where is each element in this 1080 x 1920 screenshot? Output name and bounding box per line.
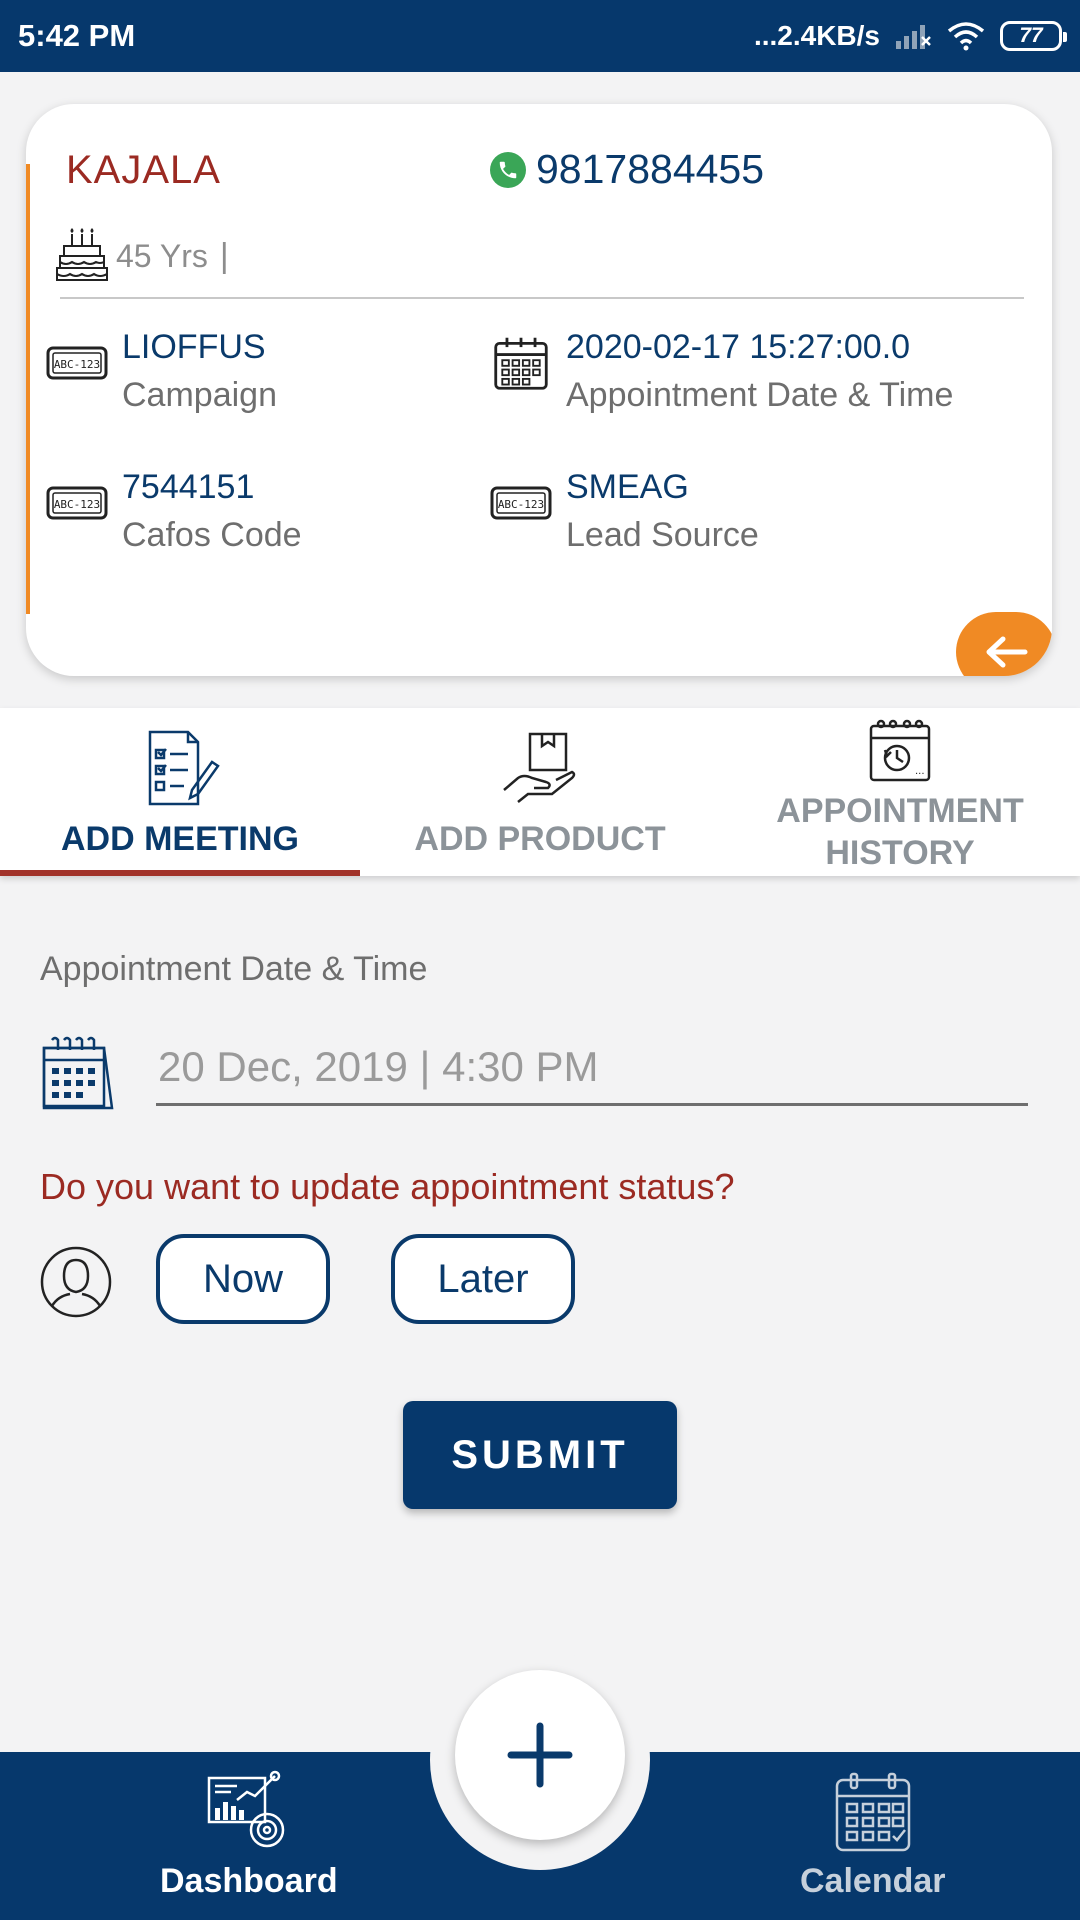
svg-text:...: ... <box>915 766 925 777</box>
lead-source-info: ABC-123 SMEAG Lead Source <box>490 464 759 560</box>
status-time: 5:42 PM <box>18 18 136 53</box>
status-indicators: ...2.4KB/s 77 <box>753 20 1067 52</box>
network-speed: ...2.4KB/s <box>753 20 880 51</box>
age-row: 45 Yrs | <box>56 228 229 284</box>
license-plate-icon: ABC-123 <box>46 346 108 380</box>
nav-calendar[interactable]: Calendar <box>800 1770 946 1901</box>
appointment-info: 2020-02-17 15:27:00.0 Appointment Date &… <box>490 324 953 420</box>
campaign-value: LIOFFUS <box>122 328 266 366</box>
submit-button[interactable]: SUBMIT <box>403 1401 677 1509</box>
svg-text:ABC-123: ABC-123 <box>498 498 544 511</box>
campaign-info: ABC-123 LIOFFUS Campaign <box>46 324 277 420</box>
arrow-left-icon[interactable] <box>983 635 1029 669</box>
tab-add-meeting[interactable]: ADD MEETING <box>0 708 360 876</box>
calendar-icon <box>494 337 548 390</box>
date-field-label: Appointment Date & Time <box>40 950 428 988</box>
lead-source-label: Lead Source <box>566 516 759 554</box>
license-plate-icon: ABC-123 <box>46 486 108 520</box>
tab-bar: ADD MEETING ADD PRODUCT ... APPOINTMENT … <box>0 708 1080 876</box>
calendar-clock-icon: ... <box>869 719 931 782</box>
status-now-button[interactable]: Now <box>156 1234 330 1324</box>
appointment-date-input[interactable] <box>156 1036 1028 1106</box>
calendar-icon <box>42 1036 114 1110</box>
phone-link[interactable]: 9817884455 <box>490 146 764 193</box>
tab-add-meeting-label[interactable]: ADD MEETING <box>61 818 299 860</box>
card-divider <box>60 297 1024 299</box>
status-bar: 5:42 PM ...2.4KB/s 77 <box>0 0 1080 72</box>
lead-name: KAJALA <box>66 148 221 192</box>
age-separator: | <box>219 236 229 275</box>
birthday-cake-icon <box>56 228 108 281</box>
whatsapp-phone-icon[interactable] <box>490 151 526 188</box>
plus-icon[interactable] <box>507 1722 573 1788</box>
nav-dashboard[interactable]: Dashboard <box>160 1770 338 1901</box>
tab-add-product-label[interactable]: ADD PRODUCT <box>414 818 665 860</box>
add-fab-button[interactable] <box>455 1670 625 1840</box>
tab-appointment-history[interactable]: ... APPOINTMENT HISTORY <box>720 708 1080 876</box>
calendar-check-icon <box>835 1772 910 1852</box>
cafos-code-label: Cafos Code <box>122 516 302 554</box>
svg-text:ABC-123: ABC-123 <box>54 358 100 371</box>
battery-icon: 77 <box>1000 21 1067 51</box>
checklist-pen-icon <box>148 730 220 806</box>
appointment-label: Appointment Date & Time <box>566 376 954 414</box>
tab-appointment-history-label[interactable]: APPOINTMENT HISTORY <box>765 790 1035 874</box>
status-question: Do you want to update appointment status… <box>40 1166 735 1207</box>
lead-source-value: SMEAG <box>566 468 689 506</box>
active-tab-indicator <box>0 870 360 876</box>
phone-number[interactable]: 9817884455 <box>536 146 764 193</box>
nav-calendar-label[interactable]: Calendar <box>800 1862 946 1901</box>
signal-icon <box>896 25 931 49</box>
wifi-icon <box>947 22 985 51</box>
hand-box-icon <box>503 732 576 803</box>
card-accent-bar <box>26 164 30 614</box>
nav-dashboard-label[interactable]: Dashboard <box>160 1862 338 1901</box>
dashboard-chart-icon <box>207 1770 285 1848</box>
appointment-value: 2020-02-17 15:27:00.0 <box>566 328 911 366</box>
lead-card: KAJALA 9817884455 45 Yrs | ABC-123 LIOFF… <box>26 104 1052 676</box>
svg-text:ABC-123: ABC-123 <box>54 498 100 511</box>
campaign-label: Campaign <box>122 376 277 414</box>
cafos-code-info: ABC-123 7544151 Cafos Code <box>46 464 302 560</box>
cafos-code-value: 7544151 <box>122 468 255 506</box>
age-text: 45 Yrs <box>116 237 208 274</box>
back-button[interactable] <box>956 612 1052 676</box>
status-later-button[interactable]: Later <box>391 1234 575 1324</box>
license-plate-icon: ABC-123 <box>490 486 552 520</box>
battery-level: 77 <box>1019 24 1043 47</box>
user-outline-icon <box>40 1246 112 1318</box>
tab-add-product[interactable]: ADD PRODUCT <box>360 708 720 876</box>
